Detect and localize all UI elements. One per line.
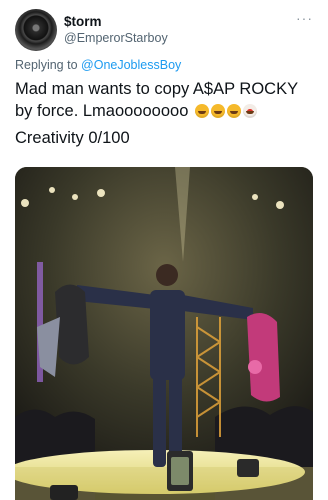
- avatar[interactable]: [15, 9, 57, 51]
- tweet-text-line1: Mad man wants to copy A$AP ROCKY: [15, 80, 299, 98]
- tweet-text: Mad man wants to copy A$AP ROCKY by forc…: [15, 78, 315, 122]
- display-name[interactable]: $torm: [64, 14, 102, 29]
- concert-photo: [15, 167, 313, 500]
- replying-to-line: Replying to @OneJoblessBoy: [15, 58, 181, 72]
- more-options-icon[interactable]: ···: [296, 10, 313, 26]
- tweet-text-line2: by force. Lmaoooooooo: [15, 102, 189, 120]
- user-handle[interactable]: @EmperorStarboy: [64, 31, 168, 45]
- tweet-text-line3: Creativity 0/100: [15, 129, 130, 147]
- tweet-photo[interactable]: [15, 167, 313, 500]
- reply-to-link[interactable]: @OneJoblessBoy: [81, 58, 181, 72]
- rofl-emoji-icon: [226, 104, 241, 118]
- rofl-emoji-icon: [194, 104, 209, 118]
- replying-to-label: Replying to: [15, 58, 78, 72]
- rofl-emoji-icon: [210, 104, 225, 118]
- clown-emoji-icon: [242, 104, 257, 118]
